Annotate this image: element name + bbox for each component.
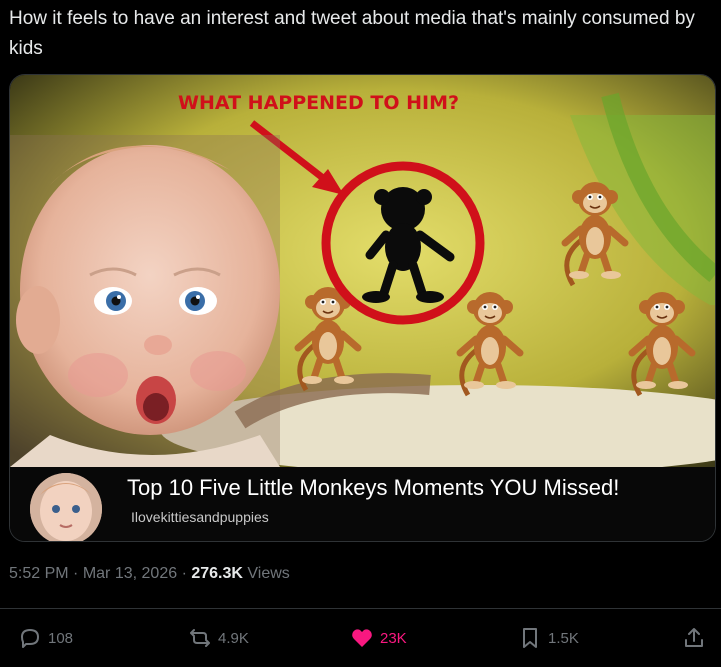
like-icon: [352, 629, 372, 647]
repost-button[interactable]: 4.9K: [188, 620, 249, 656]
meta-separator: ·: [181, 565, 187, 582]
like-button[interactable]: 23K: [350, 620, 407, 656]
repost-icon: [190, 629, 210, 647]
bookmark-count: 1.5K: [548, 629, 579, 647]
share-icon: [685, 628, 703, 647]
bookmark-button[interactable]: 1.5K: [518, 620, 579, 656]
baby-photo: [10, 135, 280, 467]
bookmark-icon: [523, 628, 537, 648]
reply-icon: [21, 629, 39, 648]
divider: [0, 608, 721, 609]
reply-button[interactable]: 108: [18, 620, 73, 656]
video-info-bar[interactable]: Top 10 Five Little Monkeys Moments YOU M…: [10, 467, 715, 541]
tweet-time[interactable]: 5:52 PM: [9, 565, 69, 582]
tweet-date[interactable]: Mar 13, 2026: [83, 565, 177, 582]
video-card[interactable]: WHAT HAPPENED TO HIM? Top 10 Five Little…: [9, 74, 716, 542]
action-bar: 108 4.9K 23K 1.5K: [0, 620, 721, 656]
views-count: 276.3K: [191, 565, 243, 582]
channel-name[interactable]: Ilovekittiesandpuppies: [131, 509, 269, 525]
tweet-meta: 5:52 PM · Mar 13, 2026 · 276.3K Views: [9, 565, 290, 583]
video-title[interactable]: Top 10 Five Little Monkeys Moments YOU M…: [127, 475, 619, 501]
channel-avatar[interactable]: [30, 473, 102, 541]
overlay-text: WHAT HAPPENED TO HIM?: [178, 92, 459, 114]
video-thumbnail[interactable]: WHAT HAPPENED TO HIM?: [10, 75, 715, 467]
reply-count: 108: [48, 629, 74, 647]
views-label: Views: [247, 565, 290, 582]
like-count: 23K: [380, 629, 407, 647]
repost-count: 4.9K: [218, 629, 249, 647]
meta-separator: ·: [73, 565, 79, 582]
share-button[interactable]: [682, 620, 706, 656]
tweet-text: How it feels to have an interest and twe…: [9, 8, 695, 59]
